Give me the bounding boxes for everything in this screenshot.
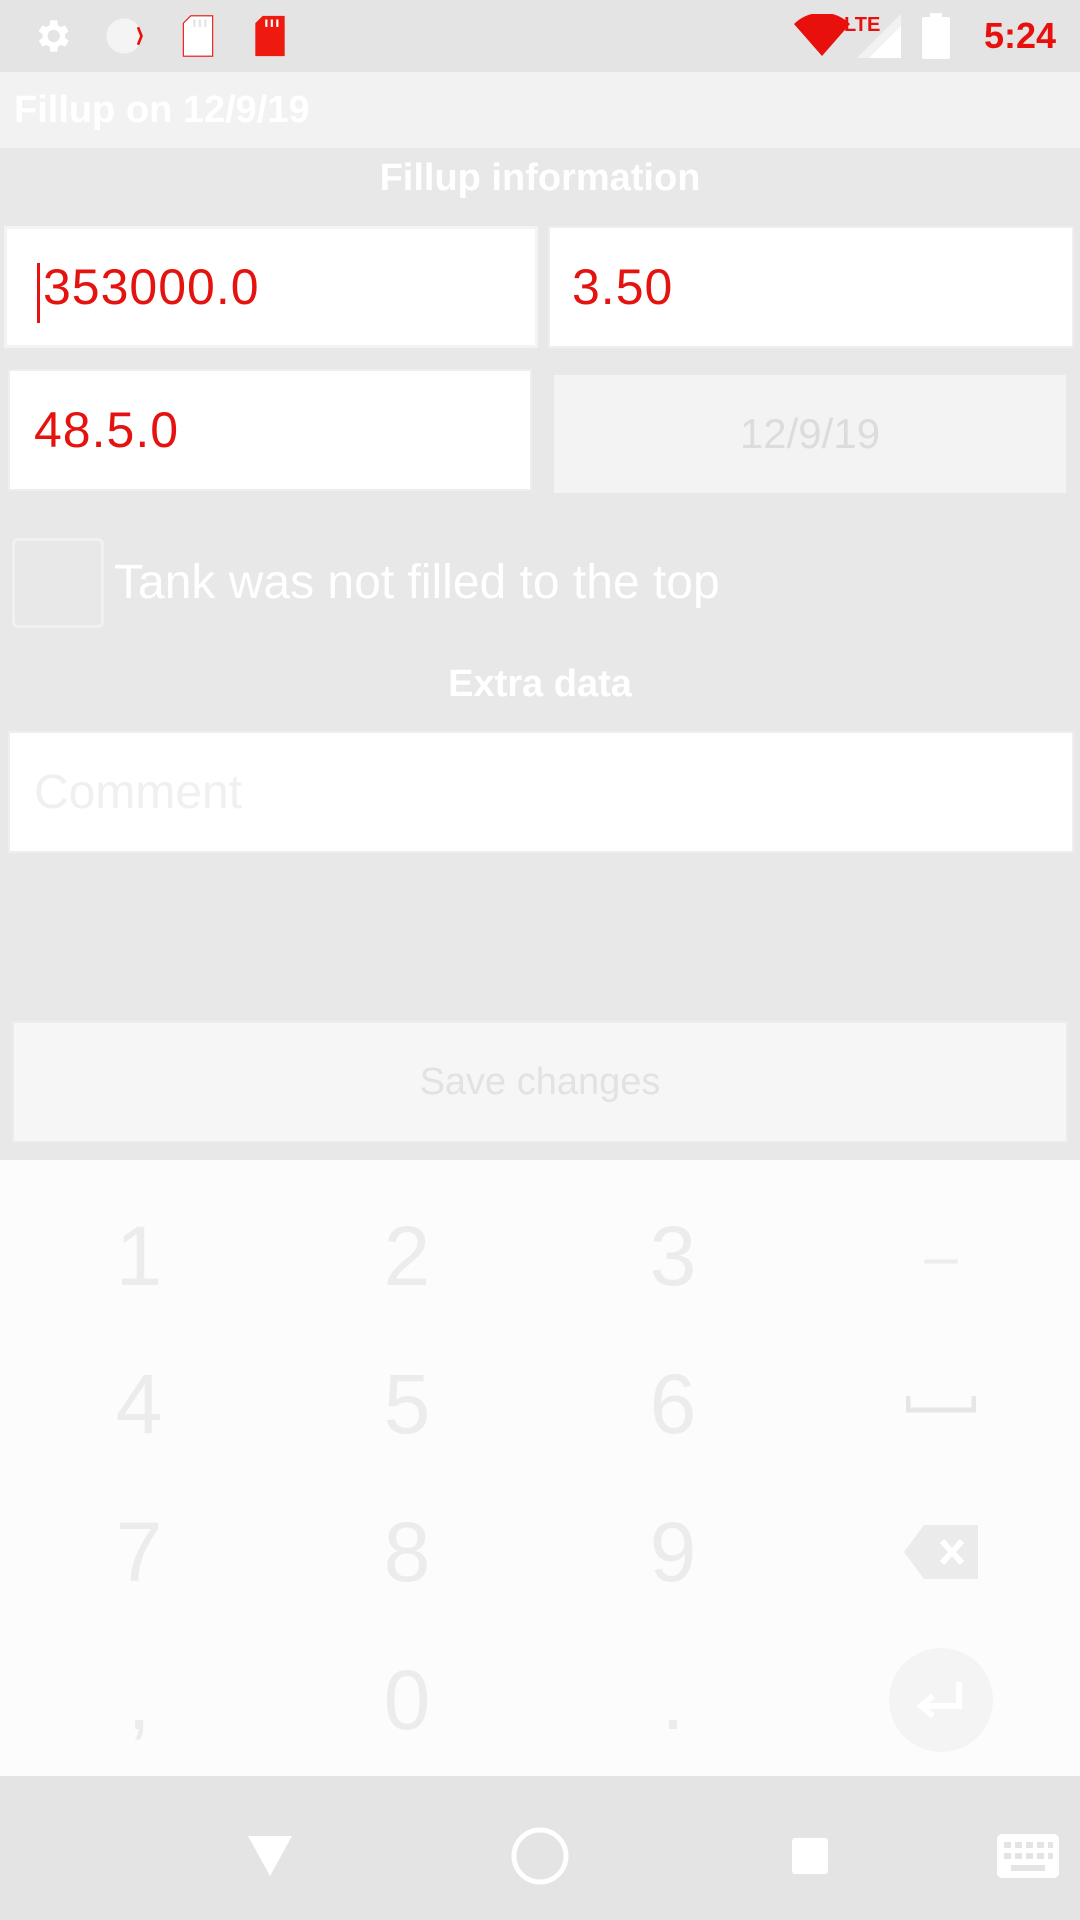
recents-icon[interactable] xyxy=(770,1816,850,1896)
key-label: – xyxy=(924,1222,958,1290)
wifi-icon xyxy=(792,14,852,58)
key-label: 9 xyxy=(649,1504,697,1599)
backspace-icon xyxy=(904,1525,978,1579)
keyboard-icon[interactable] xyxy=(980,1816,1076,1896)
key-enter[interactable] xyxy=(806,1626,1076,1774)
battery-icon xyxy=(916,13,956,59)
key-7[interactable]: 7 xyxy=(4,1478,274,1626)
key-9[interactable]: 9 xyxy=(538,1478,808,1626)
key-5[interactable]: 5 xyxy=(272,1330,542,1478)
home-icon[interactable] xyxy=(500,1816,580,1896)
navigation-bar xyxy=(0,1776,1080,1920)
key-label: 4 xyxy=(115,1356,163,1451)
space-icon xyxy=(906,1396,976,1413)
comment-input[interactable] xyxy=(10,733,1072,851)
sd-card-icon xyxy=(248,14,292,58)
price-value: 3.50 xyxy=(572,259,674,315)
key-label: 3 xyxy=(649,1208,697,1303)
key-label: 5 xyxy=(383,1356,431,1451)
key-2[interactable]: 2 xyxy=(272,1182,542,1330)
sd-card-icon xyxy=(176,14,220,58)
status-time: 5:24 xyxy=(983,15,1056,56)
odometer-value: 353000.0 xyxy=(43,259,260,315)
key-period[interactable]: . xyxy=(538,1626,808,1774)
key-label: 8 xyxy=(383,1504,431,1599)
back-icon[interactable] xyxy=(230,1816,310,1896)
comment-field[interactable] xyxy=(8,731,1074,853)
section-title-extra: Extra data xyxy=(448,663,632,705)
key-4[interactable]: 4 xyxy=(4,1330,274,1478)
save-button[interactable]: Save changes xyxy=(12,1021,1068,1143)
circle-icon xyxy=(102,14,146,58)
settings-icon xyxy=(30,14,74,58)
lte-signal-icon xyxy=(856,14,902,58)
enter-icon xyxy=(889,1648,993,1752)
key-6[interactable]: 6 xyxy=(538,1330,808,1478)
action-bar: Fillup on 12/9/19 xyxy=(0,72,1080,148)
key-backspace[interactable] xyxy=(806,1478,1076,1626)
date-button[interactable]: 12/9/19 xyxy=(552,373,1068,495)
page-title: Fillup on 12/9/19 xyxy=(14,89,310,131)
key-1[interactable]: 1 xyxy=(4,1182,274,1330)
key-0[interactable]: 0 xyxy=(272,1626,542,1774)
key-8[interactable]: 8 xyxy=(272,1478,542,1626)
key-space[interactable] xyxy=(806,1330,1076,1478)
partial-fill-label[interactable]: Tank was not filled to the top xyxy=(114,548,720,618)
key-label: . xyxy=(661,1652,685,1747)
key-minus[interactable]: – xyxy=(806,1182,1076,1330)
numeric-keyboard: 1 2 3 – 4 5 6 7 8 9 , 0 . xyxy=(0,1160,1080,1776)
odometer-field[interactable]: 353000.0 xyxy=(4,226,538,348)
key-label: 0 xyxy=(383,1652,431,1747)
text-cursor xyxy=(37,263,40,323)
key-label: 2 xyxy=(383,1208,431,1303)
key-label: 7 xyxy=(115,1504,163,1599)
key-label: 6 xyxy=(649,1356,697,1451)
key-comma[interactable]: , xyxy=(4,1626,274,1774)
status-bar: LTE 5:24 xyxy=(0,0,1080,72)
volume-value: 48.5.0 xyxy=(34,402,180,458)
key-3[interactable]: 3 xyxy=(538,1182,808,1330)
key-label: 1 xyxy=(115,1208,163,1303)
partial-fill-checkbox[interactable] xyxy=(12,538,104,628)
key-label: , xyxy=(127,1652,151,1747)
volume-field[interactable]: 48.5.0 xyxy=(8,369,532,491)
section-title-fillup: Fillup information xyxy=(379,157,701,199)
price-field[interactable]: 3.50 xyxy=(548,226,1074,348)
